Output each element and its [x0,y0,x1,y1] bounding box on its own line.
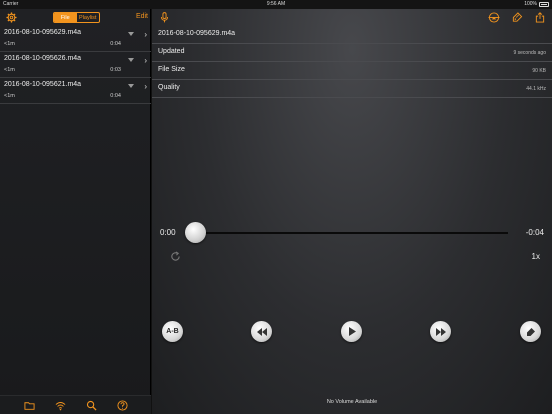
expand-triangle-icon[interactable] [128,58,134,62]
list-item[interactable]: 2016-08-10-095626.m4a <1m 0:03 › [0,52,151,78]
bottom-toolbar [0,395,151,414]
help-icon[interactable] [117,400,128,411]
info-updated-row: Updated 9 seconds ago [152,44,552,62]
file-duration: 0:04 [110,41,121,47]
quality-label: Quality [158,84,180,91]
elapsed-time: 0:00 [160,228,176,237]
status-bar: Carrier 9:56 AM 100% [0,0,552,9]
folder-icon[interactable] [24,400,35,411]
player-panel: 2016-08-10-095629.m4a Updated 9 seconds … [152,9,552,414]
list-item[interactable]: 2016-08-10-095621.m4a <1m 0:04 › [0,78,151,104]
file-name: 2016-08-10-095626.m4a [4,55,82,62]
file-browser-panel: File Playlist Edit 2016-08-10-095629.m4a… [0,9,151,414]
recording-title: 2016-08-10-095629.m4a [158,30,236,37]
play-button[interactable] [341,321,362,342]
loop-icon[interactable] [170,251,181,262]
file-playlist-segmented-control: File Playlist [53,12,100,23]
battery-percent: 100% [524,1,537,7]
bookmark-icon [526,327,535,336]
airplay-icon[interactable] [487,12,501,23]
chevron-right-icon[interactable]: › [144,30,147,39]
share-icon[interactable] [535,12,545,23]
ab-repeat-button[interactable]: A-B [162,321,183,342]
gear-icon[interactable] [6,12,17,23]
left-toolbar: File Playlist Edit [0,9,151,26]
file-duration: 0:04 [110,93,121,99]
right-toolbar [152,9,552,26]
file-size-label: File Size [158,66,185,73]
expand-triangle-icon[interactable] [128,32,134,36]
wifi-icon[interactable] [55,400,66,411]
remaining-time: -0:04 [525,228,544,237]
info-quality-row: Quality 44.1 kHz [152,80,552,98]
volume-message: No Volume Available [326,399,378,405]
segment-playlist[interactable]: Playlist [77,13,100,22]
info-size-row: File Size 90 KB [152,62,552,80]
expand-triangle-icon[interactable] [128,84,134,88]
scrubber-track[interactable] [192,232,508,234]
file-age: <1m [4,67,15,73]
fast-forward-button[interactable] [430,321,451,342]
file-age: <1m [4,41,15,47]
file-name: 2016-08-10-095621.m4a [4,81,82,88]
info-title-row: 2016-08-10-095629.m4a [152,26,552,44]
tag-icon[interactable] [511,12,523,23]
file-name: 2016-08-10-095629.m4a [4,29,82,36]
recording-info: 2016-08-10-095629.m4a Updated 9 seconds … [152,26,552,98]
bookmark-button[interactable] [520,321,541,342]
play-icon [348,327,356,336]
edit-button[interactable]: Edit [136,13,148,20]
clock: 9:56 AM [266,1,286,7]
list-item[interactable]: 2016-08-10-095629.m4a <1m 0:04 › [0,26,151,52]
file-age: <1m [4,93,15,99]
playback-speed[interactable]: 1x [532,252,540,261]
segment-file[interactable]: File [54,13,77,22]
microphone-icon[interactable] [160,12,169,23]
file-list: 2016-08-10-095629.m4a <1m 0:04 › 2016-08… [0,26,151,104]
chevron-right-icon[interactable]: › [144,56,147,65]
rewind-icon [256,327,267,336]
scrubber-knob[interactable] [185,222,206,243]
ab-repeat-label: A-B [166,328,179,335]
quality-value: 44.1 kHz [526,86,546,92]
file-size-value: 90 KB [532,68,546,74]
updated-label: Updated [158,48,185,55]
search-icon[interactable] [86,400,97,411]
rewind-button[interactable] [251,321,272,342]
fast-forward-icon [435,327,446,336]
file-duration: 0:03 [110,67,121,73]
battery-icon [539,2,549,7]
updated-value: 9 seconds ago [513,50,546,56]
chevron-right-icon[interactable]: › [144,82,147,91]
